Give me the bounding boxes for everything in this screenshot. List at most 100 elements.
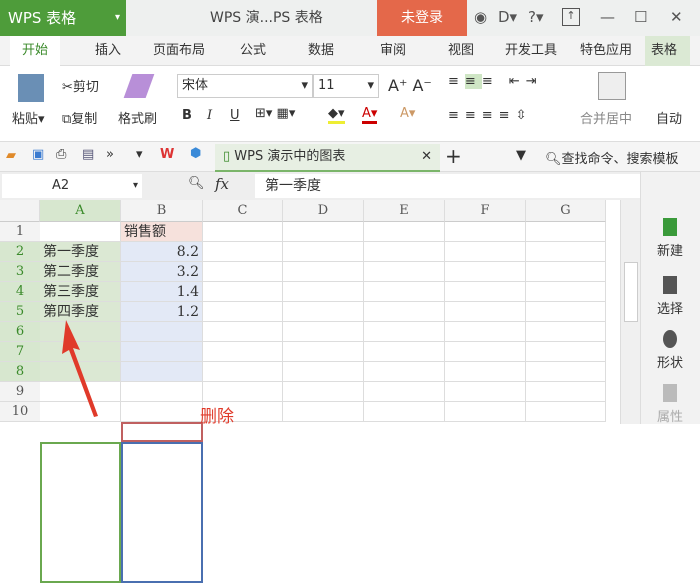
row-header-5[interactable]: 5: [0, 302, 40, 322]
cell-F8[interactable]: [445, 362, 526, 382]
cell-D4[interactable]: [283, 282, 364, 302]
align-left-icons[interactable]: ≡≡≡≡⇳: [448, 108, 532, 123]
cell-F7[interactable]: [445, 342, 526, 362]
formula-input[interactable]: 第一季度: [255, 174, 640, 198]
cell-B9[interactable]: [121, 382, 203, 402]
cell-F2[interactable]: [445, 242, 526, 262]
wps-logo-icon[interactable]: W: [160, 147, 174, 162]
row-header-9[interactable]: 9: [0, 382, 40, 402]
format-painter-button[interactable]: 格式刷: [118, 108, 157, 127]
cell-B3[interactable]: 3.2: [121, 262, 203, 282]
tab-table[interactable]: 表格: [645, 36, 690, 66]
fill-color-icon[interactable]: ◆▾: [328, 106, 345, 124]
select-button[interactable]: 选择: [641, 276, 699, 317]
cell-B1[interactable]: 销售额: [121, 222, 203, 242]
cell-C9[interactable]: [203, 382, 283, 402]
merge-icon[interactable]: [598, 72, 626, 100]
cell-D7[interactable]: [283, 342, 364, 362]
cell-C8[interactable]: [203, 362, 283, 382]
cell-B10[interactable]: [121, 402, 203, 422]
paste-icon[interactable]: [18, 74, 44, 102]
cell-G7[interactable]: [526, 342, 606, 362]
column-header-E[interactable]: E: [364, 200, 445, 222]
copy-button[interactable]: ⧉复制: [62, 108, 97, 127]
cell-G2[interactable]: [526, 242, 606, 262]
cell-B4[interactable]: 1.4: [121, 282, 203, 302]
italic-button[interactable]: I: [207, 108, 212, 123]
cell-B5[interactable]: 1.2: [121, 302, 203, 322]
cell-D5[interactable]: [283, 302, 364, 322]
tab-insert[interactable]: 插入: [95, 36, 121, 66]
cell-G4[interactable]: [526, 282, 606, 302]
shape-button[interactable]: 形状: [641, 330, 699, 371]
skin-icon[interactable]: ◉: [474, 8, 487, 26]
row-header-2[interactable]: 2: [0, 242, 40, 262]
cell-A3[interactable]: 第二季度: [40, 262, 121, 282]
row-header-8[interactable]: 8: [0, 362, 40, 382]
underline-button[interactable]: U: [230, 108, 240, 123]
merge-center-button[interactable]: 合并居中: [580, 108, 632, 127]
tab-home[interactable]: 开始: [10, 36, 61, 66]
cell-F1[interactable]: [445, 222, 526, 242]
cell-G9[interactable]: [526, 382, 606, 402]
row-header-7[interactable]: 7: [0, 342, 40, 362]
brush-icon[interactable]: [123, 74, 155, 98]
tab-review[interactable]: 审阅: [380, 36, 406, 66]
zoom-icon[interactable]: 🔍︎: [188, 176, 205, 191]
collapse-ribbon-icon[interactable]: ↑: [562, 8, 580, 26]
increase-font-icon[interactable]: A⁺ A⁻: [388, 76, 432, 95]
cell-F10[interactable]: [445, 402, 526, 422]
tab-special[interactable]: 特色应用: [580, 36, 632, 66]
name-box[interactable]: A2 ▾: [2, 174, 142, 198]
cell-D8[interactable]: [283, 362, 364, 382]
cell-E4[interactable]: [364, 282, 445, 302]
cell-C4[interactable]: [203, 282, 283, 302]
cut-button[interactable]: ✂剪切: [62, 76, 99, 95]
select-all-corner[interactable]: [0, 200, 40, 222]
row-header-10[interactable]: 10: [0, 402, 40, 422]
cell-B2[interactable]: 8.2: [121, 242, 203, 262]
column-header-F[interactable]: F: [445, 200, 526, 222]
cell-E7[interactable]: [364, 342, 445, 362]
cell-F3[interactable]: [445, 262, 526, 282]
close-tab-icon[interactable]: ✕: [421, 144, 432, 170]
cell-G3[interactable]: [526, 262, 606, 282]
save-icon[interactable]: ▣: [32, 147, 44, 162]
row-header-6[interactable]: 6: [0, 322, 40, 342]
column-header-D[interactable]: D: [283, 200, 364, 222]
command-search[interactable]: 🔍︎查找命令、搜索模板: [545, 148, 679, 167]
export-pdf-icon[interactable]: ⎙: [56, 147, 66, 162]
login-button[interactable]: 未登录: [377, 0, 467, 36]
fx-button[interactable]: fx: [215, 175, 229, 193]
cell-G8[interactable]: [526, 362, 606, 382]
theme-icon[interactable]: D▾: [498, 8, 517, 26]
cell-F4[interactable]: [445, 282, 526, 302]
auto-wrap-button[interactable]: 自动: [656, 108, 686, 127]
cube-icon[interactable]: ⬢: [190, 146, 201, 161]
bold-button[interactable]: B: [182, 108, 192, 123]
scroll-thumb[interactable]: [624, 262, 638, 322]
row-header-1[interactable]: 1: [0, 222, 40, 242]
more-icon[interactable]: »: [106, 147, 114, 162]
cell-E9[interactable]: [364, 382, 445, 402]
tab-view[interactable]: 视图: [448, 36, 474, 66]
new-tab-button[interactable]: +: [445, 144, 462, 168]
cell-C2[interactable]: [203, 242, 283, 262]
print-icon[interactable]: ▤: [82, 147, 94, 162]
cell-G10[interactable]: [526, 402, 606, 422]
tab-data[interactable]: 数据: [308, 36, 334, 66]
cell-D6[interactable]: [283, 322, 364, 342]
cell-B8[interactable]: [121, 362, 203, 382]
cell-G6[interactable]: [526, 322, 606, 342]
row-header-3[interactable]: 3: [0, 262, 40, 282]
cell-F5[interactable]: [445, 302, 526, 322]
filter-icon[interactable]: ▼: [516, 148, 526, 163]
align-top-icons[interactable]: ≡≡≡ ⇤⇥: [448, 74, 543, 89]
font-size-select[interactable]: 11 ▾: [313, 74, 379, 98]
cell-D1[interactable]: [283, 222, 364, 242]
cell-E2[interactable]: [364, 242, 445, 262]
properties-button[interactable]: 属性: [641, 384, 699, 425]
cell-D2[interactable]: [283, 242, 364, 262]
font-select[interactable]: 宋体 ▾: [177, 74, 313, 98]
cell-C1[interactable]: [203, 222, 283, 242]
